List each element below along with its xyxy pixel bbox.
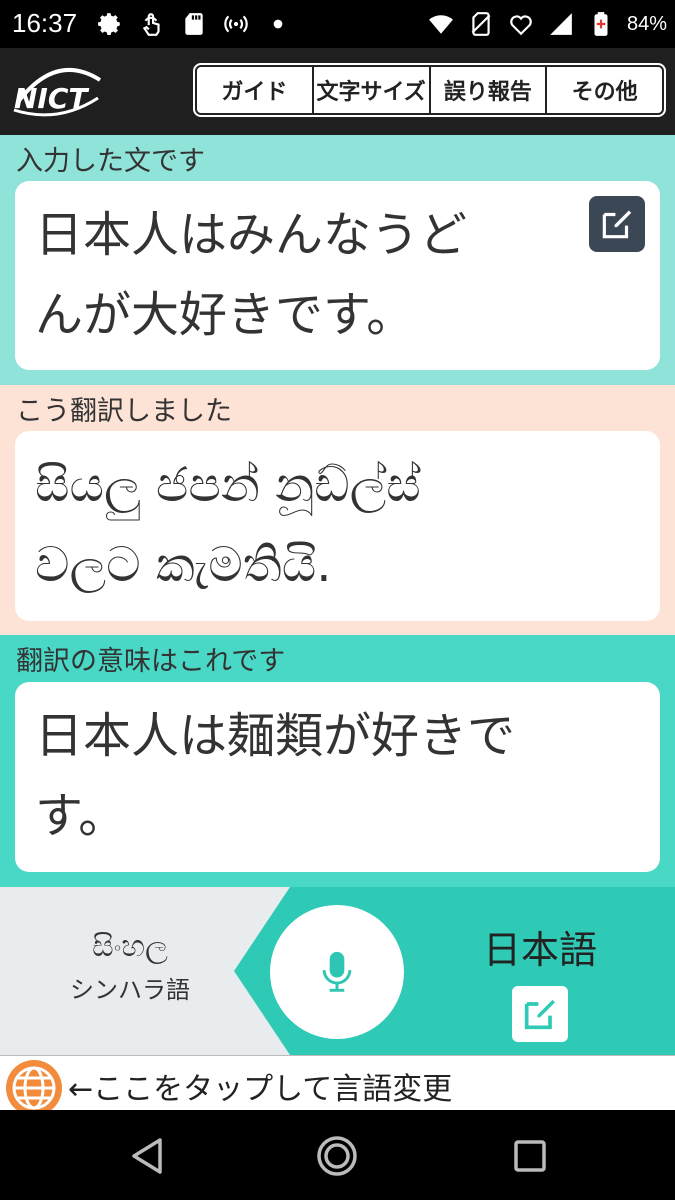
battery-percent: 84%	[626, 12, 667, 35]
translation-section: こう翻訳しました සියලු ජපන් නූඩ්ල්ස් වලට කැමතියි…	[0, 385, 675, 635]
nav-bar: ガイド 文字サイズ 誤り報告 その他	[193, 63, 666, 117]
status-icons-right: 84%	[427, 6, 667, 42]
error-report-button[interactable]: 誤り報告	[430, 65, 548, 115]
touch-icon	[138, 10, 166, 38]
source-language-native: සිංහල	[92, 929, 168, 964]
system-nav-bar	[0, 1110, 675, 1200]
signal-icon	[547, 10, 575, 38]
battery-icon	[587, 10, 615, 38]
status-icons-left	[96, 6, 292, 42]
source-language-japanese: シンハラ語	[70, 976, 190, 1004]
status-bar: 16:37 84%	[0, 0, 675, 48]
input-label: 入力した文です	[16, 146, 205, 177]
nict-logo: NICT	[13, 67, 102, 117]
sd-card-icon	[180, 10, 208, 38]
clock: 16:37	[12, 8, 78, 38]
input-text-line-2: んが大好きです。	[35, 287, 415, 343]
back-translation-card: 日本人は麺類が好きで す。	[15, 682, 660, 872]
font-size-button[interactable]: 文字サイズ	[313, 65, 431, 115]
input-section: 入力した文です 日本人はみんなうど んが大好きです。	[0, 135, 675, 385]
broadcast-icon	[222, 10, 250, 38]
edit-icon[interactable]	[589, 196, 645, 252]
input-card[interactable]: 日本人はみんなうど んが大好きです。	[15, 181, 660, 370]
home-nav-icon[interactable]	[315, 1134, 359, 1178]
language-area: සිංහල シンハラ語 日本語	[0, 887, 675, 1055]
translation-card: සියලු ජපන් නූඩ්ල්ස් වලට කැමතියි.	[15, 431, 660, 621]
target-language-button[interactable]: 日本語	[440, 919, 640, 1042]
no-sim-icon	[467, 10, 495, 38]
gear-icon	[96, 10, 124, 38]
target-language-label: 日本語	[482, 928, 597, 972]
input-text-line-1: 日本人はみんなうど	[35, 207, 468, 263]
other-button[interactable]: その他	[547, 65, 664, 115]
translation-text-line-2: වලට කැමතියි.	[35, 537, 332, 593]
back-translation-section: 翻訳の意味はこれです 日本人は麺類が好きで す。	[0, 635, 675, 887]
language-change-hint: ←ここをタップして言語変更	[68, 1072, 453, 1107]
back-translation-text-line-2: す。	[35, 788, 127, 844]
back-translation-text-line-1: 日本人は麺類が好きで	[35, 708, 516, 764]
language-change-bar[interactable]: ←ここをタップして言語変更	[0, 1055, 675, 1116]
source-language-button[interactable]: සිංහල シンハラ語	[20, 929, 240, 1005]
back-translation-label: 翻訳の意味はこれです	[16, 646, 286, 677]
translation-text-line-1: සියලු ජපන් නූඩ්ල්ස්	[35, 457, 421, 513]
recents-nav-icon[interactable]	[508, 1134, 552, 1178]
dot-icon	[264, 10, 292, 38]
globe-icon	[6, 1060, 62, 1116]
wifi-icon	[427, 10, 455, 38]
translation-label: こう翻訳しました	[16, 396, 232, 427]
back-nav-icon[interactable]	[126, 1134, 170, 1178]
microphone-icon	[322, 951, 352, 992]
logo-text: NICT	[14, 82, 89, 115]
guide-button[interactable]: ガイド	[195, 65, 314, 115]
data-saver-icon	[507, 10, 535, 38]
mic-button[interactable]	[270, 905, 404, 1039]
keyboard-input-icon[interactable]	[512, 986, 568, 1042]
